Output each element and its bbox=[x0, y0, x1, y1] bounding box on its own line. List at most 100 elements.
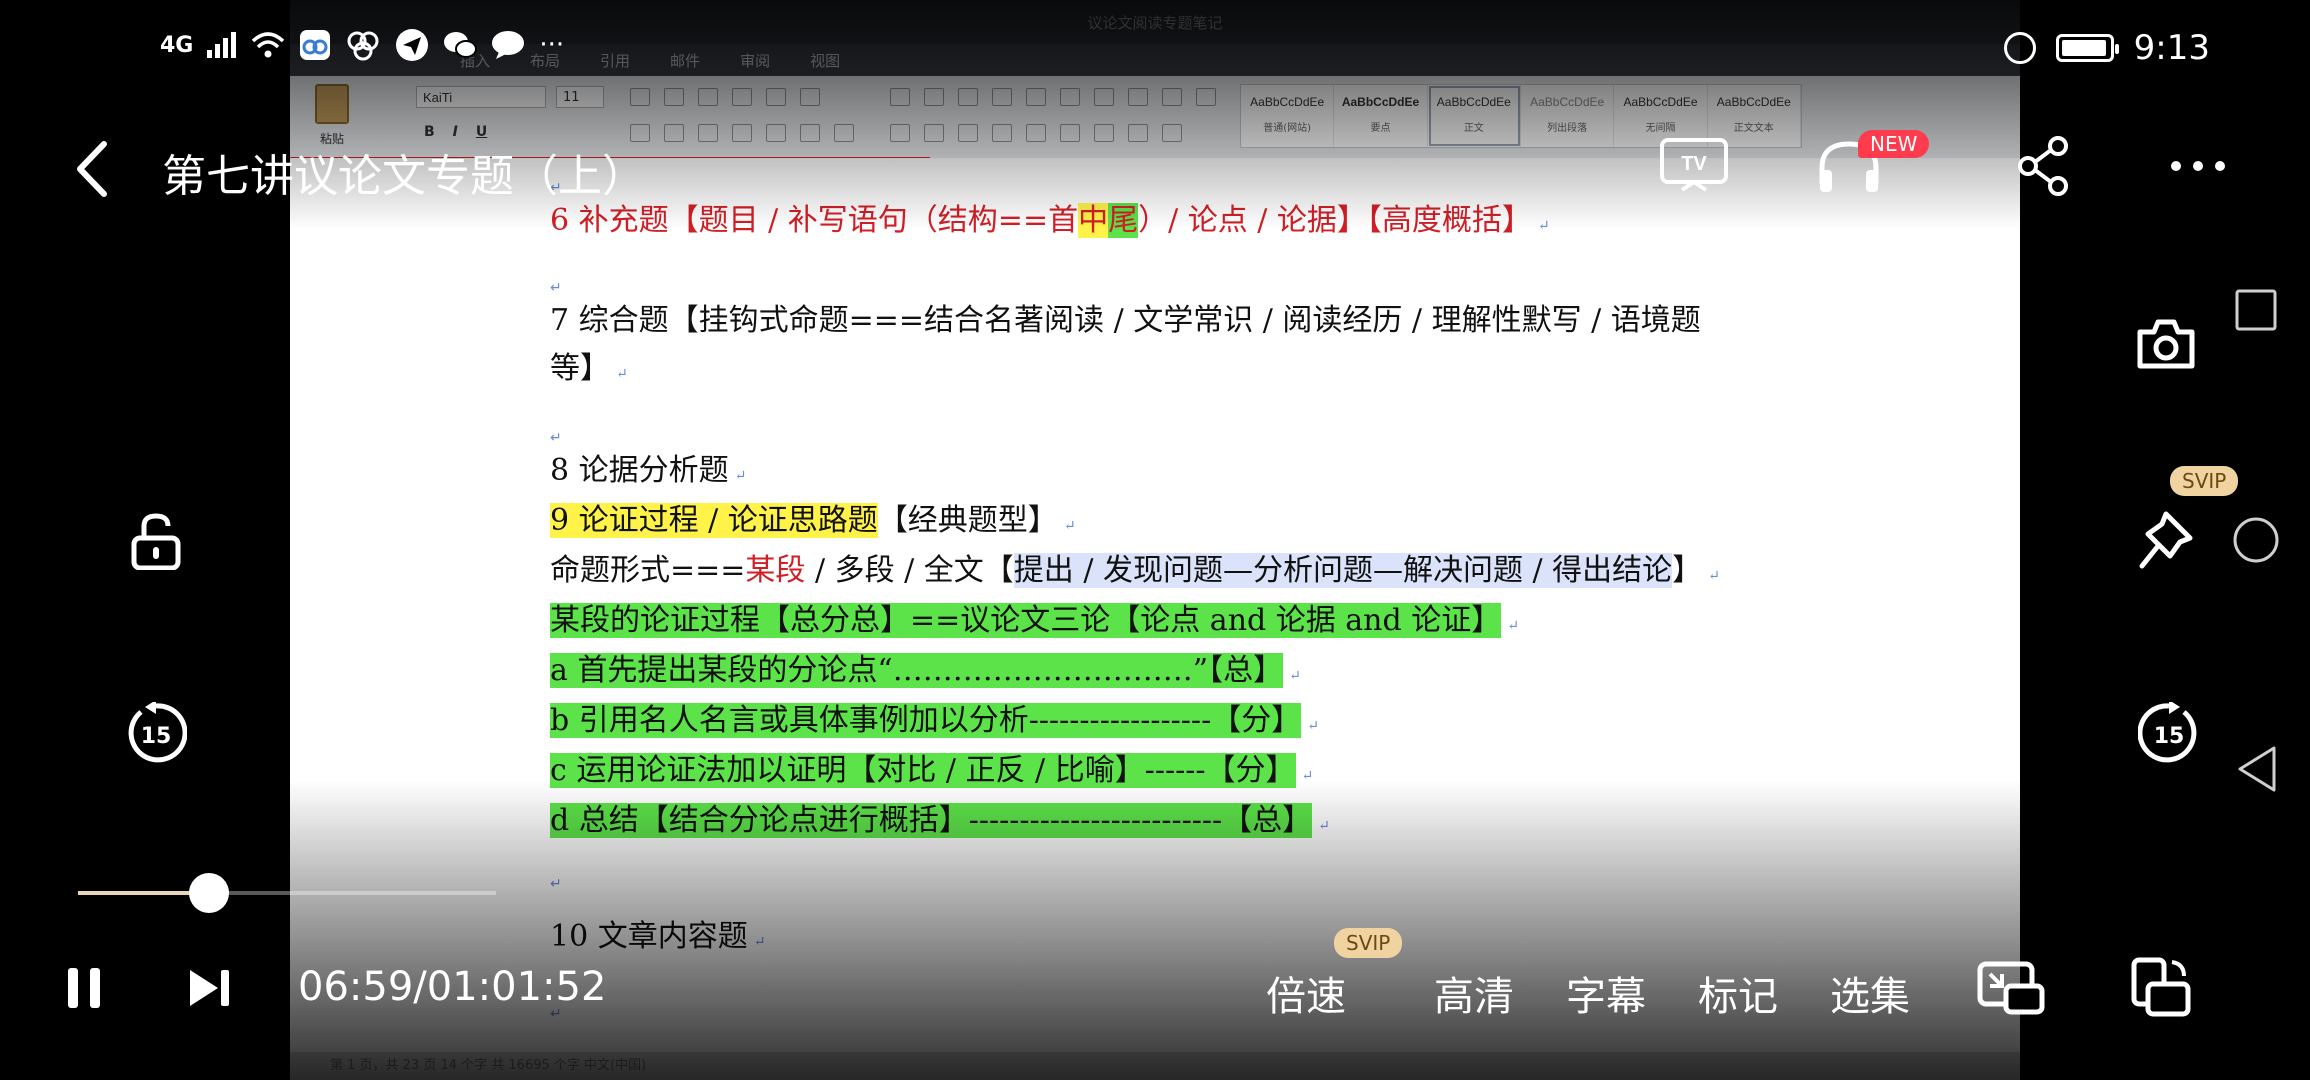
paragraph-mark-icon: ↵ bbox=[550, 280, 562, 296]
doc-text: 】 bbox=[1672, 553, 1703, 588]
picture-in-picture-icon[interactable] bbox=[1976, 960, 2046, 1016]
status-bar-left: 4G ··· bbox=[160, 28, 564, 62]
paragraph-tools-row2-icon bbox=[890, 124, 1182, 142]
style-sample: AaBbCcDdEe bbox=[1623, 95, 1698, 109]
paragraph-mark-icon: ↵ bbox=[1063, 518, 1076, 534]
bold-icon: B bbox=[424, 124, 435, 140]
doc-text: 某段 bbox=[745, 553, 806, 588]
episodes-button[interactable]: 选集 bbox=[1830, 964, 1910, 1022]
app-notification-icon bbox=[300, 30, 331, 60]
screenshot-camera-icon[interactable] bbox=[2136, 316, 2196, 370]
share-icon[interactable] bbox=[2016, 136, 2070, 196]
doc-text: 7 综合题【挂钩式命题===结合名著阅读 / 文学常识 / 阅读经历 / 理解性… bbox=[550, 303, 1701, 338]
paragraph-mark-icon: ↵ bbox=[1507, 618, 1519, 634]
doc-text: 6 补充题【题目 / 补写语句（结构==首 bbox=[550, 203, 1079, 238]
current-time: 06:59 bbox=[298, 964, 414, 1010]
recent-apps-icon[interactable] bbox=[2234, 288, 2278, 332]
total-time: 01:01:52 bbox=[426, 964, 607, 1010]
doc-text: 等】 bbox=[550, 351, 610, 386]
doc-line-form: 命题形式===某段 / 多段 / 全文【提出 / 发现问题—分析问题—解决问题 … bbox=[550, 548, 1720, 599]
svip-badge: SVIP bbox=[2170, 466, 2239, 496]
battery-icon bbox=[2055, 34, 2119, 62]
status-bar-right: 9:13 bbox=[2003, 28, 2210, 68]
signal-icon bbox=[207, 32, 237, 58]
doc-line-a: a 首先提出某段的分论点“…………………………”【总】 ↵ bbox=[550, 648, 1301, 699]
rewind-seconds: 15 bbox=[141, 724, 172, 749]
style-name: 列出段落 bbox=[1547, 123, 1588, 134]
ribbon-tab: 引用 bbox=[600, 51, 631, 70]
doc-line-d: d 总结【结合分论点进行概括】-------------------------… bbox=[550, 798, 1330, 849]
alarm-icon bbox=[2003, 32, 2036, 64]
style-sample: AaBbCcDdEe bbox=[1530, 95, 1605, 109]
paragraph-mark-icon: ↵ bbox=[1318, 818, 1330, 834]
home-icon[interactable] bbox=[2232, 516, 2280, 564]
doc-text: 10 文章内容题 bbox=[550, 919, 748, 954]
pin-icon[interactable] bbox=[2136, 510, 2194, 572]
forward-seconds: 15 bbox=[2154, 724, 2185, 749]
ribbon-tab: 审阅 bbox=[740, 51, 771, 70]
paragraph-mark-icon: ↵ bbox=[550, 876, 562, 892]
doc-text-highlight: 9 论证过程 / 论证思路题 bbox=[550, 503, 878, 538]
doc-text-highlight: b 引用名人名言或具体事例加以分析------------------【分】 bbox=[550, 703, 1302, 738]
cloud-app-icon bbox=[347, 31, 379, 61]
doc-text: / 多段 / 全文【 bbox=[805, 553, 1014, 588]
paragraph-mark-icon: ↵ bbox=[1301, 768, 1314, 784]
more-notifications-icon: ··· bbox=[539, 30, 565, 60]
style-name: 无间隔 bbox=[1645, 123, 1676, 134]
doc-line-10: 10 文章内容题 ↵ bbox=[550, 914, 765, 965]
word-ribbon: 议论文阅读专题笔记 插入 布局 引用 邮件 审阅 视图 粘贴 KaiTi 11 … bbox=[290, 0, 2020, 159]
doc-name: 议论文阅读专题笔记 bbox=[1087, 13, 1223, 32]
doc-line-7a: 7 综合题【挂钩式命题===结合名著阅读 / 文学常识 / 阅读经历 / 理解性… bbox=[550, 298, 1701, 344]
quality-button[interactable]: 高清 bbox=[1434, 964, 1514, 1022]
style-name: 正文文本 bbox=[1733, 123, 1774, 134]
back-arrow-icon[interactable] bbox=[72, 140, 112, 198]
tv-cast-icon[interactable]: TV bbox=[1658, 136, 1730, 196]
back-nav-icon[interactable] bbox=[2234, 744, 2278, 794]
doc-text-highlight: c 运用论证法加以证明【对比 / 正反 / 比喻】------【分】 bbox=[550, 753, 1296, 788]
wifi-icon bbox=[252, 32, 285, 58]
doc-line-9: 9 论证过程 / 论证思路题【经典题型】 ↵ bbox=[550, 498, 1076, 549]
rewind-15-icon[interactable]: 15 bbox=[125, 702, 187, 764]
bookmark-button[interactable]: 标记 bbox=[1698, 964, 1778, 1022]
doc-text-highlight: 某段的论证过程【总分总】==议论文三论【论点 and 论据 and 论证】 bbox=[550, 603, 1502, 638]
paste-icon: 粘贴 bbox=[310, 84, 354, 146]
style-name: 正文 bbox=[1463, 123, 1484, 134]
message-icon bbox=[492, 31, 525, 59]
progress-bar[interactable] bbox=[78, 873, 496, 913]
rotate-screen-icon[interactable] bbox=[2128, 956, 2192, 1018]
paragraph-mark-icon: ↵ bbox=[550, 430, 562, 446]
doc-line-b: b 引用名人名言或具体事例加以分析------------------【分】 ↵ bbox=[550, 698, 1319, 749]
doc-line-6: 6 补充题【题目 / 补写语句（结构==首中尾）/ 论点 / 论据】【高度概括】… bbox=[550, 198, 1550, 249]
paragraph-mark-icon: ↵ bbox=[734, 468, 747, 484]
paragraph-mark-icon: ↵ bbox=[1537, 218, 1550, 234]
speed-button[interactable]: 倍速 bbox=[1266, 964, 1346, 1022]
font-tools-icon bbox=[630, 88, 820, 106]
subtitles-button[interactable]: 字幕 bbox=[1566, 964, 1646, 1022]
next-episode-icon[interactable] bbox=[186, 966, 232, 1010]
ribbon-tab: 邮件 bbox=[670, 51, 701, 70]
word-status-bar: 第 1 页，共 23 页 14 个字 共 16695 个字 中文(中国) bbox=[290, 1052, 2020, 1080]
doc-text: 【经典题型】 bbox=[877, 503, 1058, 538]
ribbon-tab: 视图 bbox=[810, 51, 841, 70]
doc-text: ）/ 论点 / 论据】【高度概括】 bbox=[1138, 203, 1532, 238]
style-name: 要点 bbox=[1370, 123, 1391, 134]
video-title: 第七讲议论文专题（上） bbox=[162, 151, 646, 202]
paragraph-mark-icon: ↵ bbox=[1307, 718, 1319, 734]
paragraph-mark-icon: ↵ bbox=[616, 366, 628, 382]
paragraph-mark-icon: ↵ bbox=[753, 934, 766, 950]
speed-svip-badge: SVIP bbox=[1334, 928, 1403, 958]
new-badge: NEW bbox=[1858, 130, 1930, 158]
doc-line-process: 某段的论证过程【总分总】==议论文三论【论点 and 论据 and 论证】 ↵ bbox=[550, 598, 1519, 649]
forward-15-icon[interactable]: 15 bbox=[2138, 702, 2200, 764]
style-sample: AaBbCcDdEe bbox=[1341, 95, 1420, 109]
lock-screen-icon[interactable] bbox=[130, 512, 182, 570]
clock: 9:13 bbox=[2133, 28, 2210, 68]
progress-knob[interactable] bbox=[189, 873, 229, 913]
doc-text-highlight: a 首先提出某段的分论点“…………………………”【总】 bbox=[550, 653, 1284, 688]
playback-time: 06:59/01:01:52 bbox=[298, 964, 607, 1010]
format-buttons: B I U bbox=[424, 124, 487, 140]
wechat-icon bbox=[444, 32, 478, 58]
paragraph-mark-icon: ↵ bbox=[1708, 568, 1720, 584]
pause-icon[interactable] bbox=[66, 966, 102, 1010]
more-options-icon[interactable] bbox=[2168, 158, 2228, 174]
